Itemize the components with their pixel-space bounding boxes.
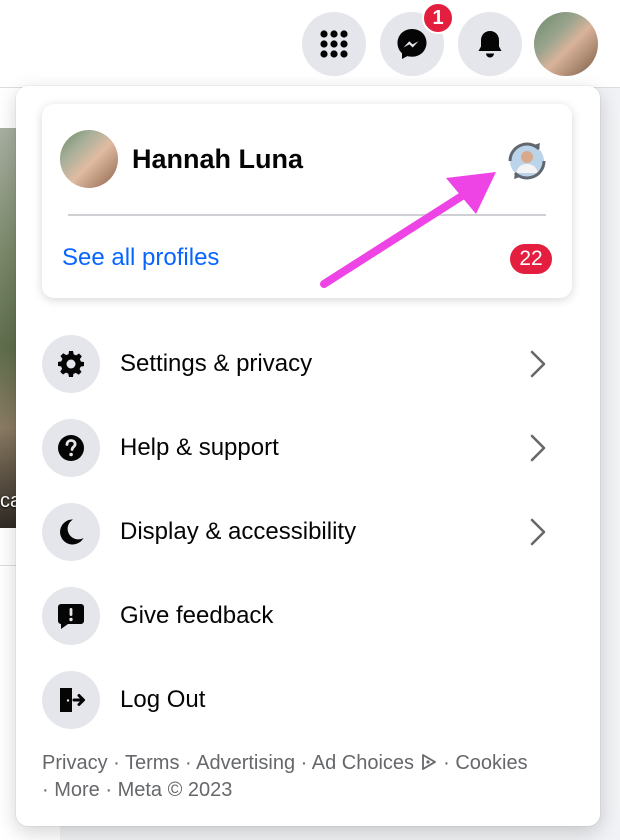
menu-item-feedback[interactable]: Give feedback bbox=[42, 574, 572, 658]
menu-item-label: Settings & privacy bbox=[120, 350, 313, 377]
profile-count-badge: 22 bbox=[510, 244, 552, 274]
messenger-badge: 1 bbox=[422, 2, 454, 34]
footer-link-more[interactable]: More bbox=[54, 779, 100, 801]
messenger-button[interactable]: 1 bbox=[380, 2, 454, 76]
gear-icon-wrap bbox=[42, 335, 100, 393]
moon-icon-wrap bbox=[42, 503, 100, 561]
account-dropdown: Hannah Luna See all profiles 22 Settings… bbox=[16, 86, 600, 826]
footer-link-terms[interactable]: Terms bbox=[125, 752, 179, 774]
gear-icon bbox=[58, 351, 84, 377]
switch-profile-button[interactable] bbox=[502, 136, 552, 186]
menu-item-logout[interactable]: Log Out bbox=[42, 658, 572, 742]
menu-list: Settings & privacy Help & support Displa… bbox=[42, 322, 572, 742]
profile-divider bbox=[68, 214, 546, 216]
logout-icon-wrap bbox=[42, 671, 100, 729]
top-bar: 1 bbox=[0, 0, 620, 88]
menu-item-label: Help & support bbox=[120, 434, 279, 461]
menu-item-label: Log Out bbox=[120, 686, 206, 713]
footer-copyright: Meta © 2023 bbox=[117, 779, 233, 801]
logout-icon bbox=[60, 688, 85, 712]
profile-card: Hannah Luna See all profiles 22 bbox=[42, 104, 572, 298]
question-icon-wrap bbox=[42, 419, 100, 477]
see-all-profiles-link[interactable]: See all profiles bbox=[62, 244, 219, 272]
menu-item-label: Display & accessibility bbox=[120, 518, 357, 545]
moon-icon bbox=[60, 519, 84, 545]
footer-link-privacy[interactable]: Privacy bbox=[42, 752, 108, 774]
profile-row[interactable]: Hannah Luna bbox=[60, 128, 554, 190]
menu-item-settings[interactable]: Settings & privacy bbox=[42, 322, 572, 406]
ad-choices-icon bbox=[421, 754, 436, 770]
switch-profile-icon bbox=[508, 142, 546, 180]
feedback-icon bbox=[58, 604, 84, 629]
page: ca 1 Hannah Luna See all profiles 22 Set… bbox=[0, 0, 620, 840]
profile-name: Hannah Luna bbox=[132, 143, 304, 174]
menu-item-help[interactable]: Help & support bbox=[42, 406, 572, 490]
footer-link-cookies[interactable]: Cookies bbox=[455, 752, 527, 774]
apps-grid-icon bbox=[320, 30, 348, 58]
chevron-right-icon bbox=[530, 350, 546, 378]
profile-avatar bbox=[60, 130, 118, 188]
bell-icon bbox=[478, 31, 502, 58]
footer-link-advertising[interactable]: Advertising bbox=[196, 752, 295, 774]
account-avatar-button[interactable] bbox=[534, 12, 598, 76]
feedback-icon-wrap bbox=[42, 587, 100, 645]
question-icon bbox=[58, 435, 84, 461]
messenger-icon bbox=[397, 29, 427, 59]
menu-item-label: Give feedback bbox=[120, 602, 274, 629]
footer-links: Privacy · Terms · Advertising · Ad Choic… bbox=[42, 752, 528, 801]
footer-link-ad-choices[interactable]: Ad Choices bbox=[312, 752, 438, 774]
menu-item-display[interactable]: Display & accessibility bbox=[42, 490, 572, 574]
notifications-button[interactable] bbox=[458, 12, 522, 76]
chevron-right-icon bbox=[530, 434, 546, 462]
background-right bbox=[600, 88, 620, 840]
menu-button[interactable] bbox=[302, 12, 366, 76]
chevron-right-icon bbox=[530, 518, 546, 546]
